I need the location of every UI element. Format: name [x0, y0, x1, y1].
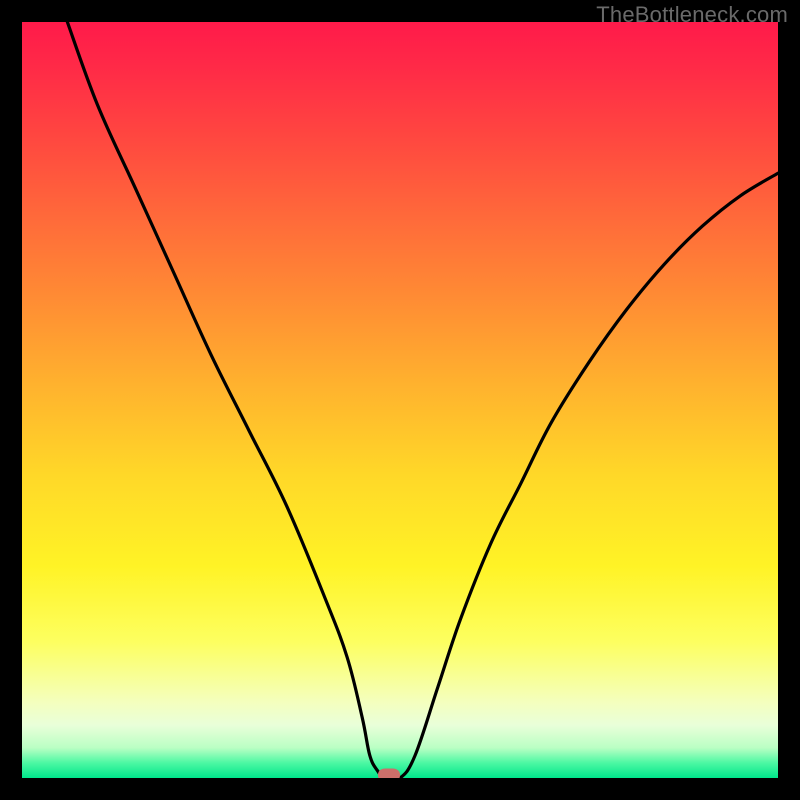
chart-container: TheBottleneck.com [0, 0, 800, 800]
minimum-marker [378, 768, 400, 778]
plot-frame [22, 22, 778, 778]
bottleneck-curve [22, 22, 778, 778]
plot-area [22, 22, 778, 778]
